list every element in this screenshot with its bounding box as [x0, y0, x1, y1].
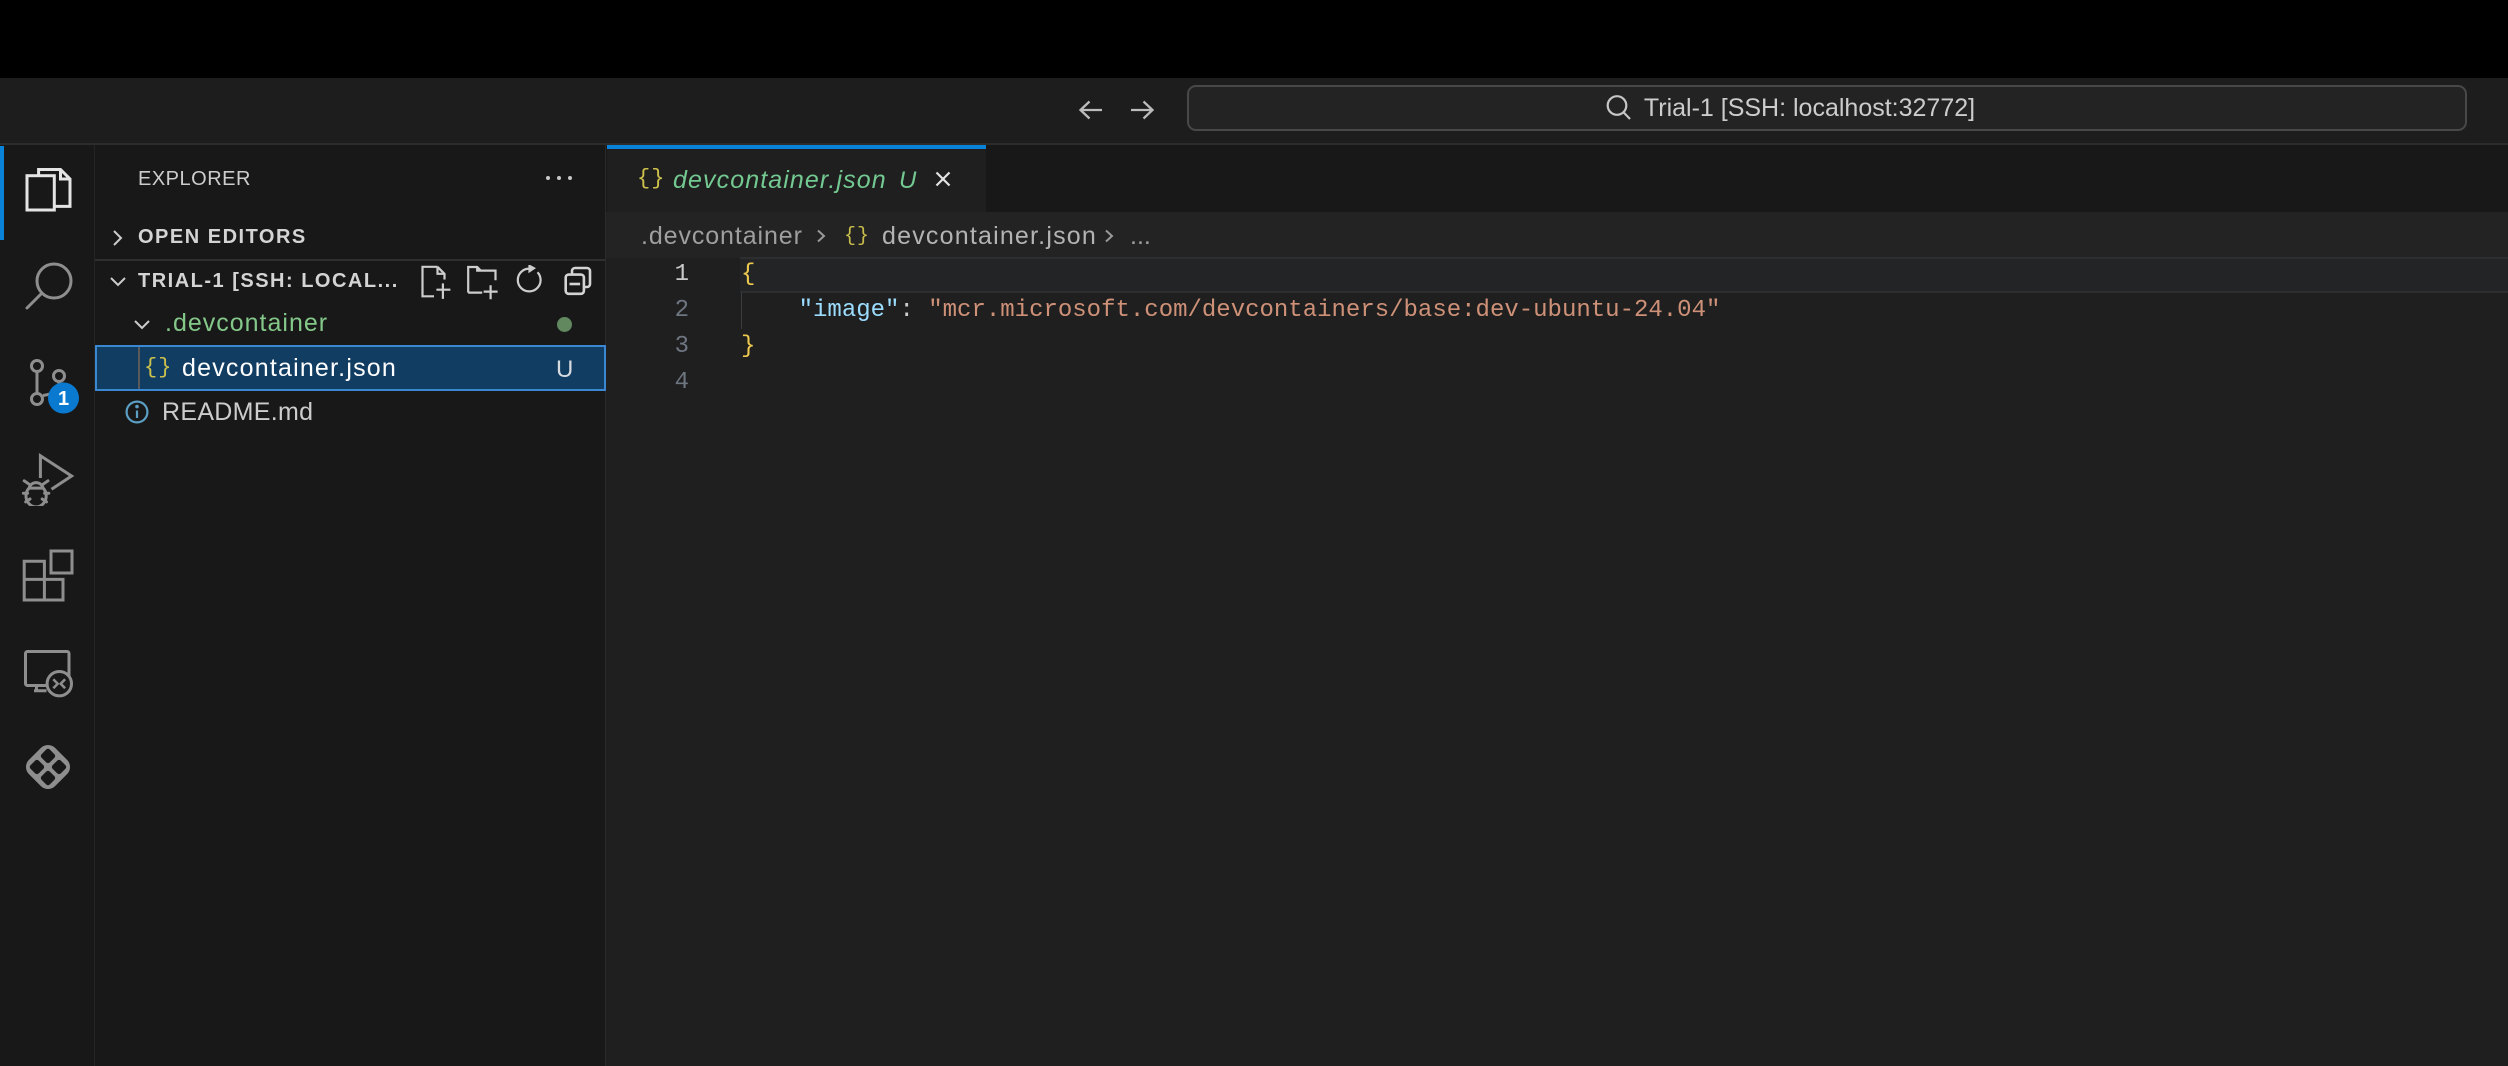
- svg-text:1: 1: [58, 388, 69, 410]
